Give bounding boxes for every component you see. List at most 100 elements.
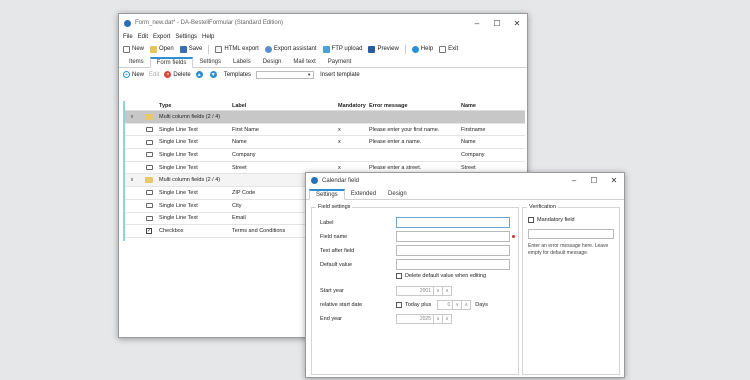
start-year-row: Start year 2001 ∨ ∧ xyxy=(320,286,452,296)
folder-icon xyxy=(145,177,153,184)
error-message-input[interactable] xyxy=(528,229,614,239)
default-value-input[interactable] xyxy=(396,259,510,270)
chevron-down-icon: ▼ xyxy=(307,72,312,77)
new-label: New xyxy=(132,46,145,52)
html-export-button[interactable]: HTML export xyxy=(215,45,259,53)
header-mandatory[interactable]: Mandatory xyxy=(338,103,369,109)
ftp-upload-button[interactable]: FTP upload xyxy=(322,45,363,53)
collapse-chevron-icon[interactable]: ∨ xyxy=(125,114,139,120)
field-name-caption: Field name xyxy=(320,233,348,240)
relative-start-row: relative start date Today plus 0 ∨ ∧ Day… xyxy=(320,300,488,310)
group-label: Multi column fields (2 / 4) xyxy=(159,177,221,184)
header-label[interactable]: Label xyxy=(232,103,338,109)
toolbar-separator xyxy=(404,44,406,54)
end-year-input[interactable]: 2025 xyxy=(396,314,434,324)
cell-mandatory: x xyxy=(338,164,341,171)
collapse-chevron-icon[interactable]: ∨ xyxy=(125,177,139,183)
required-dot-icon xyxy=(512,235,515,238)
calendar-dialog-title: Calendar field xyxy=(322,177,360,184)
html-icon xyxy=(215,45,223,53)
start-year-down-icon[interactable]: ∨ xyxy=(434,286,443,296)
start-year-caption: Start year xyxy=(320,288,344,294)
tab-design[interactable]: Design xyxy=(382,188,413,199)
tab-design[interactable]: Design xyxy=(257,56,288,67)
table-row[interactable]: Single Line Text Name x Please enter a n… xyxy=(125,136,525,150)
calendar-field-dialog: Calendar field – ☐ ✕ Settings Extended D… xyxy=(305,172,625,378)
relative-start-caption: relative start date xyxy=(320,302,363,308)
tab-payment[interactable]: Payment xyxy=(322,56,358,67)
field-name-input[interactable] xyxy=(396,231,510,242)
header-type[interactable]: Type xyxy=(159,103,232,109)
delete-field-button[interactable]: × Delete xyxy=(164,71,191,78)
exit-button[interactable]: Exit xyxy=(439,45,458,53)
text-after-input[interactable] xyxy=(396,245,510,256)
tab-settings[interactable]: Settings xyxy=(309,189,345,200)
start-year-input[interactable]: 2001 xyxy=(396,286,434,296)
table-row[interactable]: Single Line Text First Name x Please ent… xyxy=(125,124,525,137)
minimize-icon[interactable]: – xyxy=(467,14,487,32)
text-field-icon xyxy=(145,139,153,145)
menu-file[interactable]: File xyxy=(123,34,133,40)
preview-button[interactable]: Preview xyxy=(368,45,399,53)
cell-error: Please enter a street. xyxy=(369,164,422,171)
new-field-button[interactable]: + New xyxy=(123,71,144,78)
cell-type: Single Line Text xyxy=(159,164,198,171)
menu-edit[interactable]: Edit xyxy=(138,34,148,40)
cell-type: Single Line Text xyxy=(159,215,198,222)
today-plus-input[interactable]: 0 xyxy=(437,300,454,310)
insert-template-button[interactable]: Insert template xyxy=(320,72,360,78)
tab-settings[interactable]: Settings xyxy=(193,56,227,67)
label-input[interactable] xyxy=(396,217,510,228)
export-assistant-button[interactable]: Export assistant xyxy=(264,45,317,53)
cell-label: First Name xyxy=(232,126,259,133)
save-button[interactable]: Save xyxy=(179,45,202,53)
cell-mandatory: x xyxy=(338,126,341,133)
header-error-message[interactable]: Error message xyxy=(369,103,461,109)
cell-name: Name xyxy=(461,139,476,146)
delete-default-checkbox[interactable] xyxy=(396,273,402,279)
close-icon[interactable]: ✕ xyxy=(507,14,527,32)
start-year-up-icon[interactable]: ∧ xyxy=(443,286,452,296)
maximize-icon[interactable]: ☐ xyxy=(584,173,604,188)
cell-name: Street xyxy=(461,164,476,171)
end-year-up-icon[interactable]: ∧ xyxy=(443,314,452,324)
move-down-button[interactable]: ▼ xyxy=(209,71,219,78)
help-button[interactable]: Help xyxy=(411,45,433,53)
export-assistant-label: Export assistant xyxy=(273,46,317,52)
tab-form-fields[interactable]: Form fields xyxy=(149,57,194,68)
menu-help[interactable]: Help xyxy=(202,34,214,40)
maximize-icon[interactable]: ☐ xyxy=(487,14,507,32)
tab-mail-text[interactable]: Mail text xyxy=(287,56,321,67)
new-button[interactable]: New xyxy=(123,45,145,53)
templates-dropdown[interactable]: ▼ xyxy=(256,70,315,79)
cell-type: Single Line Text xyxy=(159,202,198,209)
menu-settings[interactable]: Settings xyxy=(175,34,197,40)
text-field-icon xyxy=(145,127,153,133)
minimize-icon[interactable]: – xyxy=(564,173,584,188)
mandatory-row: Mandatory field xyxy=(528,217,575,223)
header-name[interactable]: Name xyxy=(461,103,521,109)
close-icon[interactable]: ✕ xyxy=(604,173,624,188)
today-plus-up-icon[interactable]: ∧ xyxy=(462,300,472,310)
save-icon xyxy=(179,45,187,53)
menu-export[interactable]: Export xyxy=(153,34,170,40)
exit-icon xyxy=(439,45,447,53)
move-up-button[interactable]: ▲ xyxy=(195,71,205,78)
tab-extended[interactable]: Extended xyxy=(345,188,382,199)
mandatory-checkbox[interactable] xyxy=(528,217,534,223)
ftp-upload-label: FTP upload xyxy=(331,46,363,52)
today-plus-checkbox[interactable] xyxy=(396,302,402,308)
main-window-title: Form_new.dat* - DA-BestellFormular (Stan… xyxy=(135,20,284,26)
folder-open-icon xyxy=(150,45,158,53)
group-row[interactable]: ∨ Multi column fields (2 / 4) xyxy=(125,111,525,124)
toolbar-separator xyxy=(208,44,210,54)
open-button[interactable]: Open xyxy=(150,45,174,53)
tab-labels[interactable]: Labels xyxy=(227,56,257,67)
cell-type: Single Line Text xyxy=(159,126,198,133)
edit-field-button[interactable]: Edit xyxy=(149,72,159,78)
end-year-down-icon[interactable]: ∨ xyxy=(434,314,443,324)
table-row[interactable]: Single Line Text Company Company xyxy=(125,149,525,162)
end-year-row: End year 2025 ∨ ∧ xyxy=(320,314,452,324)
tab-items[interactable]: Items xyxy=(123,56,150,67)
today-plus-down-icon[interactable]: ∨ xyxy=(453,300,463,310)
